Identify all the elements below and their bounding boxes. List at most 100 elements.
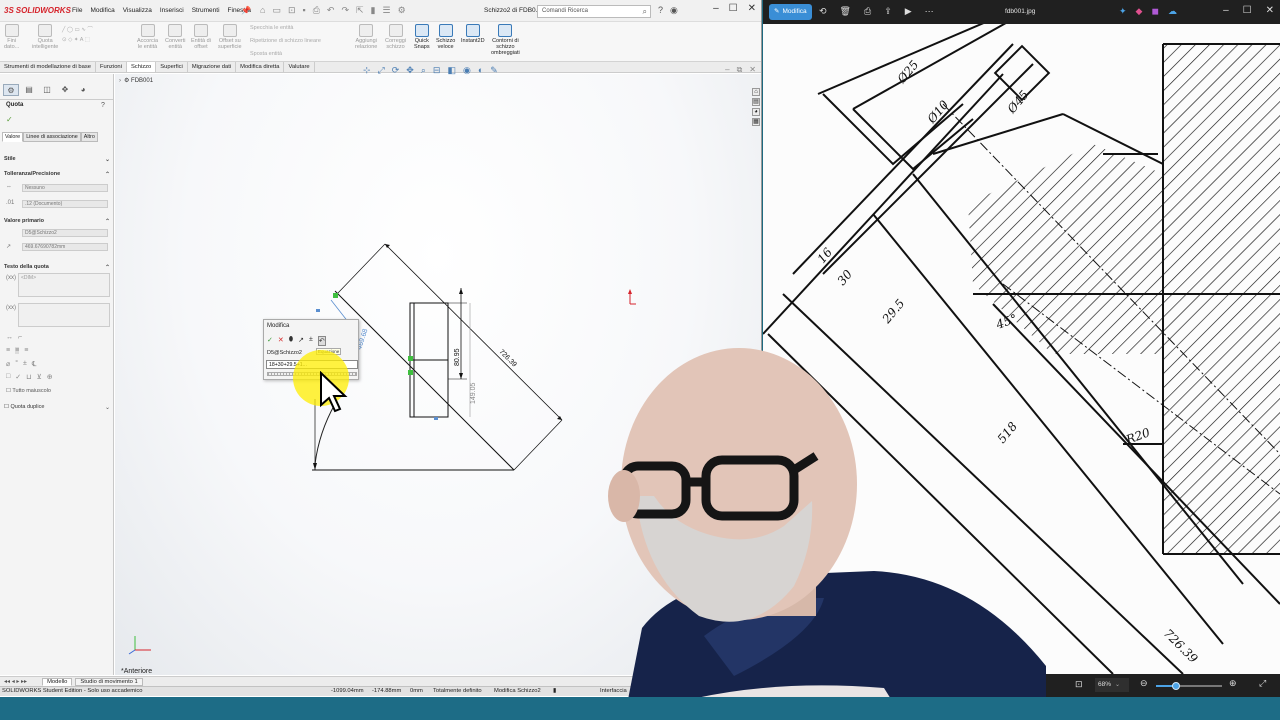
tab-studio-movimento[interactable]: Studio di movimento 1 bbox=[75, 677, 143, 686]
zoom-level-select[interactable]: 68% ⌄ bbox=[1095, 678, 1129, 692]
add-relation-button[interactable]: Aggiungi relazione bbox=[355, 24, 377, 50]
save-icon[interactable]: ▪ bbox=[303, 5, 306, 16]
subtab-altro[interactable]: Altro bbox=[80, 132, 98, 142]
relation-icon[interactable] bbox=[316, 309, 320, 312]
maximize-icon[interactable]: ☐ bbox=[729, 3, 738, 14]
tab-superfici[interactable]: Superfici bbox=[156, 62, 188, 72]
check-icon[interactable]: ✓ bbox=[15, 373, 21, 381]
configuration-manager-tab-icon[interactable]: ◫ bbox=[39, 84, 55, 96]
convert-entities-button[interactable]: Converti entità bbox=[165, 24, 185, 50]
tab-modellazione-base[interactable]: Strumenti di modellazione di base bbox=[0, 62, 97, 72]
linear-pattern-item[interactable]: Ripetizione di schizzo lineare bbox=[250, 38, 321, 44]
dimension-label-vertical-2[interactable]: 149.05 bbox=[470, 382, 477, 404]
clipchamp-icon[interactable]: ◼ bbox=[1151, 6, 1158, 17]
relation-icon[interactable] bbox=[434, 417, 438, 420]
options-icon[interactable]: ⚙ bbox=[398, 5, 406, 16]
align-center-icon[interactable]: ≡ bbox=[15, 347, 20, 354]
minimize-icon[interactable]: – bbox=[713, 3, 719, 14]
maximize-icon[interactable]: ☐ bbox=[1243, 5, 1252, 16]
spin-increment-icon[interactable]: ± bbox=[309, 336, 313, 346]
undo-icon[interactable]: ↶ bbox=[327, 5, 335, 16]
exit-sketch-button[interactable]: Fini dato... bbox=[4, 24, 19, 50]
display-manager-tab-icon[interactable]: ◕ bbox=[75, 84, 91, 96]
tab-scroll-icons[interactable]: ◂◂ ◂ ▸ ▸▸ bbox=[4, 678, 27, 685]
sketch-tools-icon[interactable]: ╱ ◯ ▭ ∿ ⌒ bbox=[62, 25, 93, 33]
close-icon[interactable]: ✕ bbox=[1266, 5, 1274, 16]
zoom-slider-knob[interactable] bbox=[1171, 682, 1180, 690]
tab-modello[interactable]: Modello bbox=[42, 677, 73, 686]
precision-select[interactable]: .12 (Documento) bbox=[22, 200, 108, 208]
instant2d-button[interactable]: Instant2D bbox=[461, 24, 485, 44]
redo-icon[interactable]: ↷ bbox=[341, 5, 349, 16]
pin-icon[interactable]: 📌 bbox=[241, 6, 251, 15]
tolerance-select[interactable]: Nessuno bbox=[22, 184, 108, 192]
trim-entities-button[interactable]: Accorcia le entità bbox=[137, 24, 158, 50]
dimension-value-field[interactable]: 469.67690782mm bbox=[22, 243, 108, 251]
file-props-icon[interactable]: ☰ bbox=[383, 5, 391, 16]
endpoint-marker[interactable] bbox=[408, 356, 413, 361]
dimxpert-tab-icon[interactable]: ✥ bbox=[57, 84, 73, 96]
rotate-icon[interactable]: ⟲ bbox=[819, 6, 827, 17]
endpoint-marker[interactable] bbox=[408, 370, 413, 375]
more-icon[interactable]: ⋯ bbox=[925, 6, 934, 17]
subtab-linee-associazione[interactable]: Linee di associazione bbox=[23, 132, 81, 142]
menu-strumenti[interactable]: Strumenti bbox=[192, 7, 220, 14]
designer-icon[interactable]: ✦ bbox=[1119, 6, 1127, 17]
leader-icon[interactable]: ⌐ bbox=[18, 334, 22, 341]
center-text-icon[interactable]: ↔ bbox=[6, 334, 13, 341]
ok-check-icon[interactable]: ✓ bbox=[6, 115, 13, 124]
home-icon[interactable]: ⌂ bbox=[260, 5, 265, 16]
edit-button[interactable]: ✎ Modifica bbox=[769, 4, 812, 20]
align-left-icon[interactable]: ≡ bbox=[6, 347, 10, 354]
zoom-in-icon[interactable]: ⊕ bbox=[1229, 678, 1237, 689]
tab-funzioni[interactable]: Funzioni bbox=[96, 62, 127, 72]
help-icon[interactable]: ? bbox=[658, 5, 663, 16]
section-stile[interactable]: Stile ⌄ bbox=[4, 156, 110, 163]
subtab-valore[interactable]: Valore bbox=[2, 132, 24, 142]
fullscreen-icon[interactable]: ⤢ bbox=[1259, 678, 1266, 689]
editor-icon[interactable]: ◆ bbox=[1136, 6, 1143, 17]
dimension-name-field[interactable]: D5@Schizzo2 bbox=[22, 229, 108, 237]
section-valore-primario[interactable]: Valore primario ⌃ bbox=[4, 218, 110, 225]
menu-visualizza[interactable]: Visualizza bbox=[123, 7, 152, 14]
sketch-line[interactable] bbox=[334, 290, 515, 471]
more-symbols-icon[interactable]: ⊕ bbox=[47, 373, 53, 381]
move-entities-item[interactable]: Sposta entità bbox=[250, 51, 282, 57]
section-tolleranza[interactable]: Tolleranza/Precisione ⌃ bbox=[4, 171, 110, 178]
property-manager-tab-icon[interactable]: ▤ bbox=[21, 84, 37, 96]
fit-to-window-icon[interactable]: ⊡ bbox=[1075, 679, 1083, 690]
degree-icon[interactable]: ° bbox=[15, 360, 18, 368]
quick-snaps-button[interactable]: Quick Snaps bbox=[414, 24, 430, 50]
dimension-label-vertical[interactable]: 80.95 bbox=[454, 348, 461, 366]
command-search-input[interactable]: Comandi Ricerca ⌕ bbox=[537, 5, 651, 18]
new-icon[interactable]: ▭ bbox=[272, 5, 281, 16]
plusminus-icon[interactable]: ± bbox=[23, 360, 27, 368]
open-icon[interactable]: ⊡ bbox=[288, 5, 296, 16]
share-icon[interactable]: ⇪ bbox=[884, 6, 892, 17]
repair-sketch-button[interactable]: Correggi schizzo bbox=[385, 24, 406, 50]
solidworks-logo[interactable]: 3S SOLIDWORKS bbox=[4, 6, 71, 15]
print-icon[interactable]: ⎙ bbox=[313, 5, 320, 16]
offset-surface-button[interactable]: Offset su superficie bbox=[218, 24, 242, 50]
align-right-icon[interactable]: ≡ bbox=[24, 347, 28, 354]
rapid-sketch-button[interactable]: Schizzo veloce bbox=[436, 24, 455, 50]
cbore-icon[interactable]: ⊔ bbox=[26, 373, 31, 381]
reverse-direction-icon[interactable]: ↗ bbox=[298, 336, 304, 346]
menu-modifica[interactable]: Modifica bbox=[90, 7, 114, 14]
cancel-x-icon[interactable]: ✕ bbox=[278, 336, 284, 346]
csk-icon[interactable]: ⊻ bbox=[37, 373, 42, 381]
zoom-slider[interactable] bbox=[1156, 682, 1222, 690]
print-icon[interactable]: ⎙ bbox=[864, 6, 871, 17]
mirror-entities-item[interactable]: Specchia le entità bbox=[250, 25, 293, 31]
square-icon[interactable]: □ bbox=[6, 373, 10, 381]
help-icon[interactable]: ? bbox=[101, 102, 105, 109]
mark-for-drawing-icon[interactable]: ↶ bbox=[317, 336, 326, 346]
shaded-sketch-contours-button[interactable]: Contorni di schizzo ombreggiati bbox=[491, 24, 520, 56]
slideshow-icon[interactable]: ▶ bbox=[905, 6, 912, 17]
zoom-out-icon[interactable]: ⊖ bbox=[1140, 678, 1148, 689]
section-quota-duplice[interactable]: ☐ Quota duplice ⌄ bbox=[4, 404, 110, 411]
rebuild-status-icon[interactable]: ▮ bbox=[553, 688, 556, 694]
delete-icon[interactable]: 🗑 bbox=[840, 6, 851, 17]
ok-check-icon[interactable]: ✓ bbox=[267, 336, 273, 346]
sketch-tools-icon[interactable]: ⊙ ◇ ✦ A ⬚ bbox=[62, 37, 90, 43]
